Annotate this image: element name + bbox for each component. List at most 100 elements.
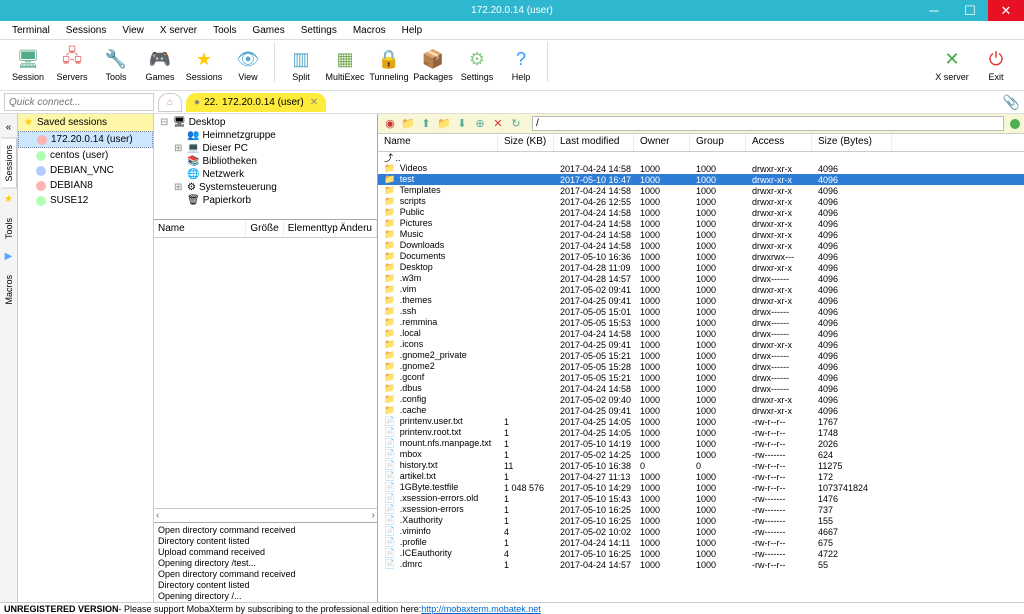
file-row[interactable]: 📄 history.txt112017-05-10 16:3800-rw-r--… [378,460,1024,471]
tree-item[interactable]: 👥Heimnetzgruppe [156,129,375,142]
file-row[interactable]: 📁 Desktop2017-04-28 11:0910001000drwxr-x… [378,262,1024,273]
file-row[interactable]: 📄 printenv.user.txt12017-04-25 14:051000… [378,416,1024,427]
toolbar-help[interactable]: ?Help [499,42,543,89]
tree-item[interactable]: 🌐Netzwerk [156,168,375,181]
home-tab[interactable]: ⌂ [158,93,182,112]
menu-games[interactable]: Games [244,23,292,38]
file-row[interactable]: 📁 Videos2017-04-24 14:5810001000drwxr-xr… [378,163,1024,174]
file-row[interactable]: 📁 .w3m2017-04-28 14:5710001000drwx------… [378,273,1024,284]
toolbar-tools[interactable]: 🔧Tools [94,42,138,89]
menu-help[interactable]: Help [394,23,431,38]
session-item[interactable]: DEBIAN8 [18,178,153,193]
file-row[interactable]: 📄 .Xauthority12017-05-10 16:2510001000-r… [378,515,1024,526]
file-row[interactable]: 📁 .local2017-04-24 14:5810001000drwx----… [378,328,1024,339]
file-icon: 📄 [384,548,395,558]
sidetab-macros[interactable]: Macros [1,268,17,312]
folder-icon[interactable]: 📁 [400,116,416,132]
menu-macros[interactable]: Macros [345,23,394,38]
maximize-button[interactable]: ☐ [952,0,988,21]
session-tab[interactable]: ● 22. 172.20.0.14 (user) ✕ [186,93,326,112]
menu-terminal[interactable]: Terminal [4,23,58,38]
toolbar-multiexec[interactable]: ▦MultiExec [323,42,367,89]
toolbar-packages[interactable]: 📦Packages [411,42,455,89]
session-item[interactable]: centos (user) [18,148,153,163]
local-file-list[interactable]: ‹› [154,238,377,522]
file-row[interactable]: 📁 test2017-05-10 16:4710001000drwxr-xr-x… [378,174,1024,185]
menu-sessions[interactable]: Sessions [58,23,115,38]
file-row[interactable]: 📄 .viminfo42017-05-02 10:0210001000-rw--… [378,526,1024,537]
folder-open-icon[interactable]: 📁 [436,116,452,132]
menu-x-server[interactable]: X server [152,23,205,38]
file-row[interactable]: 📄 .xsession-errors12017-05-10 16:2510001… [378,504,1024,515]
tree-item[interactable]: ⊞💻Dieser PC [156,142,375,155]
file-row[interactable]: 📄 artikel.txt12017-04-27 11:1310001000-r… [378,471,1024,482]
up-icon[interactable]: ⬆ [418,116,434,132]
record-icon[interactable]: ◉ [382,116,398,132]
file-row[interactable]: 📁 .ssh2017-05-05 15:0110001000drwx------… [378,306,1024,317]
file-row[interactable]: 📁 .themes2017-04-25 09:4110001000drwxr-x… [378,295,1024,306]
register-link[interactable]: http://mobaxterm.mobatek.net [421,604,541,614]
tree-item[interactable]: 🗑Papierkorb [156,194,375,207]
file-row[interactable]: 📁 Public2017-04-24 14:5810001000drwxr-xr… [378,207,1024,218]
file-row[interactable]: 📁 .gnome22017-05-05 15:2810001000drwx---… [378,361,1024,372]
star-icon[interactable]: ★ [2,193,16,207]
session-item[interactable]: DEBIAN_VNC [18,163,153,178]
file-row[interactable]: 📄 mount.nfs.manpage.txt12017-05-10 14:19… [378,438,1024,449]
file-row[interactable]: 📁 Downloads2017-04-24 14:5810001000drwxr… [378,240,1024,251]
attach-icon[interactable]: 📎 [1003,94,1020,110]
file-row[interactable]: 📁 .cache2017-04-25 09:4110001000drwxr-xr… [378,405,1024,416]
file-row[interactable]: 📄 .ICEauthority42017-05-10 16:2510001000… [378,548,1024,559]
file-row[interactable]: 📄 printenv.root.txt12017-04-25 14:051000… [378,427,1024,438]
file-row[interactable]: 📁 .dbus2017-04-24 14:5810001000drwx-----… [378,383,1024,394]
file-row[interactable]: 📄 .xsession-errors.old12017-05-10 15:431… [378,493,1024,504]
file-row[interactable]: 📁 .icons2017-04-25 09:4110001000drwxr-xr… [378,339,1024,350]
sidetab-sessions[interactable]: Sessions [1,138,17,189]
delete-icon[interactable]: ✕ [490,116,506,132]
minimize-button[interactable]: ─ [916,0,952,21]
tab-close-icon[interactable]: ✕ [310,97,318,108]
file-row[interactable]: 📄 mbox12017-05-02 14:2510001000-rw------… [378,449,1024,460]
collapse-icon[interactable]: « [2,120,16,134]
file-row[interactable]: 📁 .gnome2_private2017-05-05 15:211000100… [378,350,1024,361]
quickconnect-input[interactable] [4,93,154,111]
toolbar-session[interactable]: 🖥Session [6,42,50,89]
path-input[interactable] [532,116,1004,131]
file-row[interactable]: 📁 Pictures2017-04-24 14:5810001000drwxr-… [378,218,1024,229]
file-row[interactable]: 📄 .dmrc12017-04-24 14:5710001000-rw-r--r… [378,559,1024,570]
toolbar-view[interactable]: 👁View [226,42,270,89]
toolbar-tunneling[interactable]: 🔒Tunneling [367,42,411,89]
file-row[interactable]: 📁 .config2017-05-02 09:4010001000drwxr-x… [378,394,1024,405]
file-row[interactable]: 📁 Music2017-04-24 14:5810001000drwxr-xr-… [378,229,1024,240]
file-row[interactable]: 📁 .gconf2017-05-05 15:2110001000drwx----… [378,372,1024,383]
session-item[interactable]: 172.20.0.14 (user) [18,131,153,148]
menu-tools[interactable]: Tools [205,23,244,38]
add-icon[interactable]: ⊕ [472,116,488,132]
tree-item[interactable]: ⊟🖥Desktop [156,116,375,129]
session-item[interactable]: SUSE12 [18,193,153,208]
file-row[interactable]: ⤴ .. [378,152,1024,163]
toolbar-games[interactable]: 🎮Games [138,42,182,89]
refresh-icon[interactable]: ↻ [508,116,524,132]
macro-icon[interactable]: ▶ [2,250,16,264]
file-row[interactable]: 📄 1GByte.testfile1 048 5762017-05-10 14:… [378,482,1024,493]
menu-view[interactable]: View [114,23,152,38]
toolbar-x-server[interactable]: ✕X server [930,42,974,89]
file-row[interactable]: 📁 .remmina2017-05-05 15:5310001000drwx--… [378,317,1024,328]
close-button[interactable]: ✕ [988,0,1024,21]
toolbar-settings[interactable]: ⚙Settings [455,42,499,89]
toolbar-split[interactable]: ▥Split [279,42,323,89]
file-icon: 📄 [384,493,395,503]
file-row[interactable]: 📁 scripts2017-04-26 12:5510001000drwxr-x… [378,196,1024,207]
sidetab-tools[interactable]: Tools [1,211,17,246]
file-row[interactable]: 📁 .vim2017-05-02 09:4110001000drwxr-xr-x… [378,284,1024,295]
file-row[interactable]: 📄 .profile12017-04-24 14:1110001000-rw-r… [378,537,1024,548]
download-icon[interactable]: ⬇ [454,116,470,132]
toolbar-exit[interactable]: ⏻Exit [974,42,1018,89]
toolbar-servers[interactable]: 🖧Servers [50,42,94,89]
toolbar-sessions[interactable]: ★Sessions [182,42,226,89]
tree-item[interactable]: ⊞⚙Systemsteuerung [156,181,375,194]
tree-item[interactable]: 📚Bibliotheken [156,155,375,168]
menu-settings[interactable]: Settings [293,23,345,38]
file-row[interactable]: 📁 Documents2017-05-10 16:3610001000drwxr… [378,251,1024,262]
file-row[interactable]: 📁 Templates2017-04-24 14:5810001000drwxr… [378,185,1024,196]
